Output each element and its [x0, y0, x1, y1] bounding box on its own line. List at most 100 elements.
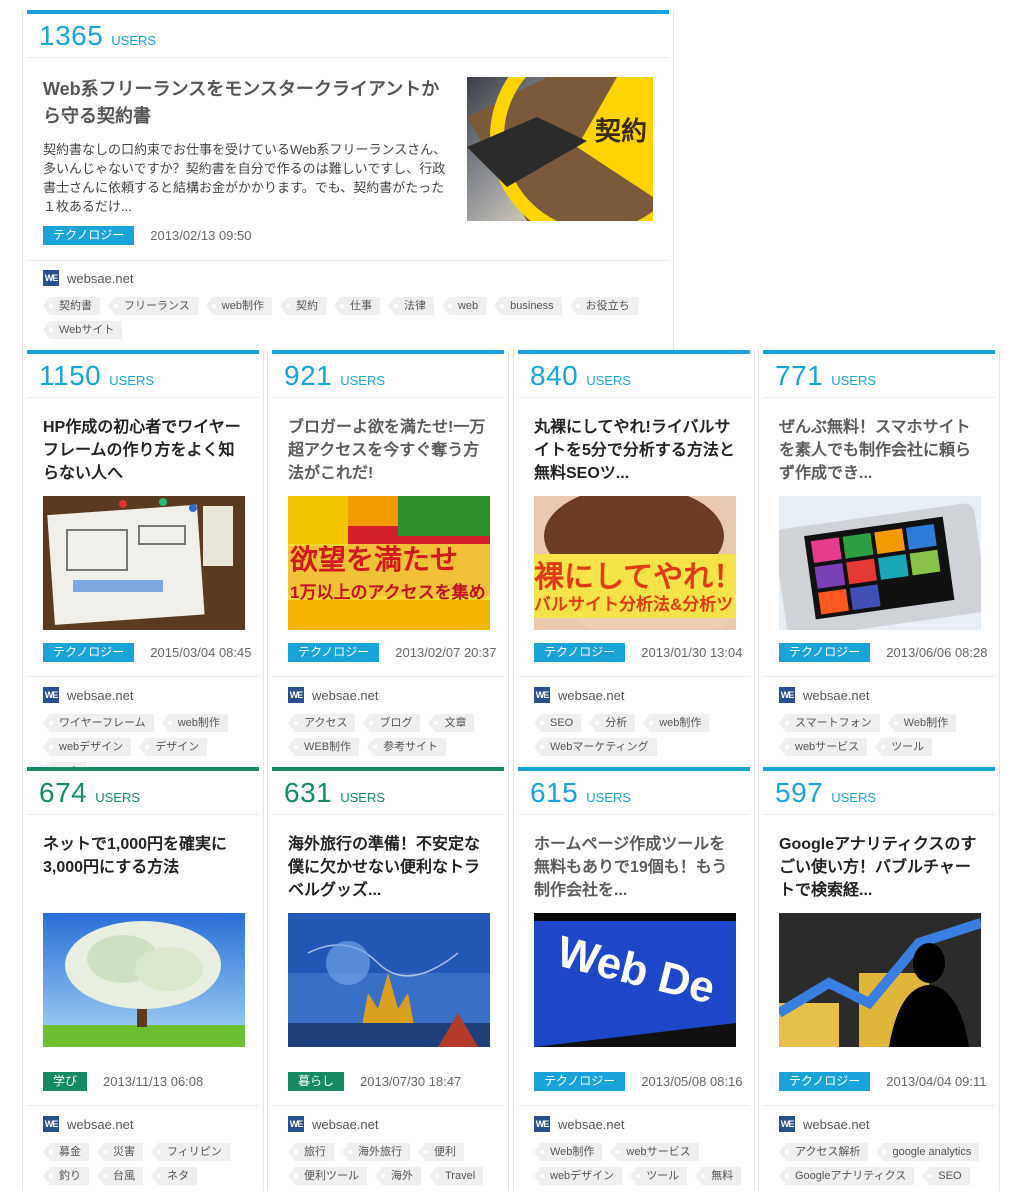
tag[interactable]: ワイヤーフレーム [43, 714, 154, 732]
article-title[interactable]: Googleアナリティクスのすごい使い方！バブルチャートで検索経... [763, 833, 997, 902]
tag[interactable]: ツール [630, 1167, 688, 1185]
category-badge[interactable]: 暮らし [288, 1072, 345, 1091]
tag[interactable]: フィリピン [151, 1143, 230, 1161]
category-badge[interactable]: テクノロジー [534, 643, 626, 662]
site-name: websae.net [803, 687, 870, 703]
source-site[interactable]: WE websae.net [43, 1116, 134, 1132]
article-title[interactable]: ぜんぶ無料！スマホサイトを素人でも制作会社に頼らず作成でき... [763, 416, 997, 485]
article-thumbnail[interactable]: 契約 [467, 77, 653, 221]
tag[interactable]: アクセス解析 [779, 1143, 869, 1161]
tag[interactable]: 文章 [428, 714, 475, 732]
tag[interactable]: 釣り [43, 1167, 89, 1185]
tag[interactable]: Web制作 [534, 1143, 603, 1161]
tag[interactable]: 海外旅行 [342, 1143, 410, 1161]
tag[interactable]: ネタ [151, 1167, 197, 1185]
tag[interactable]: SEO [922, 1167, 970, 1185]
article-title[interactable]: ネットで1,000円を確実に3,000円にする方法 [27, 833, 261, 879]
tag[interactable]: 海外 [375, 1167, 421, 1185]
article-thumbnail[interactable]: 欲望を満たせ 1万以上のアクセスを集め [288, 496, 490, 630]
tag[interactable]: 分析 [589, 714, 636, 732]
tag[interactable]: webサービス [779, 738, 868, 756]
article-title[interactable]: ホームページ作成ツールを無料もありで19個も！もう制作会社を... [518, 833, 752, 902]
user-count-number: 771 [775, 360, 824, 391]
source-site[interactable]: WE websae.net [43, 270, 134, 286]
tag[interactable]: 募金 [43, 1143, 89, 1161]
tag[interactable]: Googleアナリティクス [779, 1167, 915, 1185]
article-thumbnail[interactable] [779, 496, 981, 630]
article-thumbnail[interactable] [43, 496, 245, 630]
tag[interactable]: デザイン [139, 738, 208, 756]
tag[interactable]: フリーランス [108, 297, 198, 315]
tag[interactable]: ブログ [363, 714, 421, 732]
article-card[interactable]: 615 USERS ホームページ作成ツールを無料もありで19個も！もう制作会社を… [513, 767, 755, 1191]
tag[interactable]: google analytics [876, 1143, 980, 1161]
category-badge[interactable]: テクノロジー [779, 1072, 871, 1091]
tag[interactable]: web [441, 297, 487, 315]
article-title[interactable]: HP作成の初心者でワイヤーフレームの作り方をよく知らない人へ [27, 416, 261, 485]
tag[interactable]: 参考サイト [367, 738, 447, 756]
tag[interactable]: Travel [429, 1167, 484, 1185]
tag[interactable]: webデザイン [534, 1167, 623, 1185]
article-meta: テクノロジー 2013/02/13 09:50 [43, 226, 252, 245]
tag[interactable]: 便利 [418, 1143, 464, 1161]
tag[interactable]: 便利ツール [288, 1167, 367, 1185]
tag[interactable]: web制作 [643, 714, 710, 732]
category-badge[interactable]: テクノロジー [534, 1072, 626, 1091]
source-site[interactable]: WE websae.net [779, 1116, 870, 1132]
tag[interactable]: アクセス [288, 714, 356, 732]
tag[interactable]: Webサイト [43, 321, 123, 339]
article-card[interactable]: 597 USERS Googleアナリティクスのすごい使い方！バブルチャートで検… [758, 767, 1000, 1191]
source-site[interactable]: WE websae.net [43, 687, 134, 703]
category-badge[interactable]: テクノロジー [43, 226, 135, 245]
source-site[interactable]: WE websae.net [534, 687, 625, 703]
tag[interactable]: 契約 [279, 297, 326, 315]
source-site[interactable]: WE websae.net [534, 1116, 625, 1132]
tag[interactable]: 仕事 [333, 297, 380, 315]
article-card[interactable]: 771 USERS ぜんぶ無料！スマホサイトを素人でも制作会社に頼らず作成でき.… [758, 350, 1000, 767]
tag[interactable]: SEO [534, 714, 582, 732]
tag[interactable]: web制作 [205, 297, 272, 315]
article-title[interactable]: Web系フリーランスをモンスタークライアントから守る契約書 [43, 76, 453, 130]
source-site[interactable]: WE websae.net [288, 687, 379, 703]
tag[interactable]: WEB制作 [288, 738, 360, 756]
article-card[interactable]: 921 USERS ブロガーよ欲を満たせ!一万超アクセスを今すぐ奪う方法がこれだ… [267, 350, 509, 767]
tag[interactable]: 災害 [97, 1143, 143, 1161]
tag[interactable]: 旅行 [288, 1143, 334, 1161]
site-favicon-icon: WE [779, 687, 795, 703]
site-name: websae.net [558, 687, 625, 703]
tag[interactable]: 契約書 [43, 297, 100, 315]
category-badge[interactable]: テクノロジー [43, 643, 135, 662]
tag[interactable]: Webマーケティング [534, 738, 657, 756]
article-card[interactable]: 631 USERS 海外旅行の準備！不安定な僕に欠かせない便利なトラベルグッズ.… [267, 767, 509, 1191]
category-badge[interactable]: 学び [43, 1072, 88, 1091]
article-thumbnail[interactable]: 裸にしてやれ！ バルサイト分析法&分析ツ [534, 496, 736, 630]
article-thumbnail[interactable] [779, 913, 981, 1047]
article-thumbnail[interactable]: Web De [534, 913, 736, 1047]
article-title[interactable]: 海外旅行の準備！不安定な僕に欠かせない便利なトラベルグッズ... [272, 833, 506, 902]
tag[interactable]: 無料 [695, 1167, 742, 1185]
tag[interactable]: 法律 [387, 297, 434, 315]
tag[interactable]: webサービス [610, 1143, 699, 1161]
article-card[interactable]: 840 USERS 丸裸にしてやれ!ライバルサイトを5分で分析する方法と無料SE… [513, 350, 755, 767]
category-badge[interactable]: テクノロジー [779, 643, 871, 662]
article-card[interactable]: 1150 USERS HP作成の初心者でワイヤーフレームの作り方をよく知らない人… [22, 350, 264, 780]
tag[interactable]: business [494, 297, 562, 315]
tag[interactable]: スマートフォン [779, 714, 880, 732]
article-thumbnail[interactable] [43, 913, 245, 1047]
thumbnail-art [779, 496, 981, 630]
category-badge[interactable]: テクノロジー [288, 643, 380, 662]
source-site[interactable]: WE websae.net [288, 1116, 379, 1132]
article-card[interactable]: 674 USERS ネットで1,000円を確実に3,000円にする方法 学び 2… [22, 767, 264, 1191]
article-thumbnail[interactable] [288, 913, 490, 1047]
tag[interactable]: Web制作 [887, 714, 957, 732]
article-title[interactable]: ブロガーよ欲を満たせ!一万超アクセスを今すぐ奪う方法がこれだ! [272, 416, 506, 485]
source-site[interactable]: WE websae.net [779, 687, 870, 703]
tag[interactable]: 台風 [97, 1167, 143, 1185]
site-favicon-icon: WE [288, 687, 304, 703]
tag[interactable]: ツール [875, 738, 933, 756]
tag[interactable]: お役立ち [569, 297, 638, 315]
tag[interactable]: webデザイン [43, 738, 132, 756]
tag[interactable]: web制作 [161, 714, 228, 732]
article-title[interactable]: 丸裸にしてやれ!ライバルサイトを5分で分析する方法と無料SEOツ... [518, 416, 752, 485]
featured-article-card[interactable]: 1365 USERS Web系フリーランスをモンスタークライアントから守る契約書… [22, 10, 674, 350]
